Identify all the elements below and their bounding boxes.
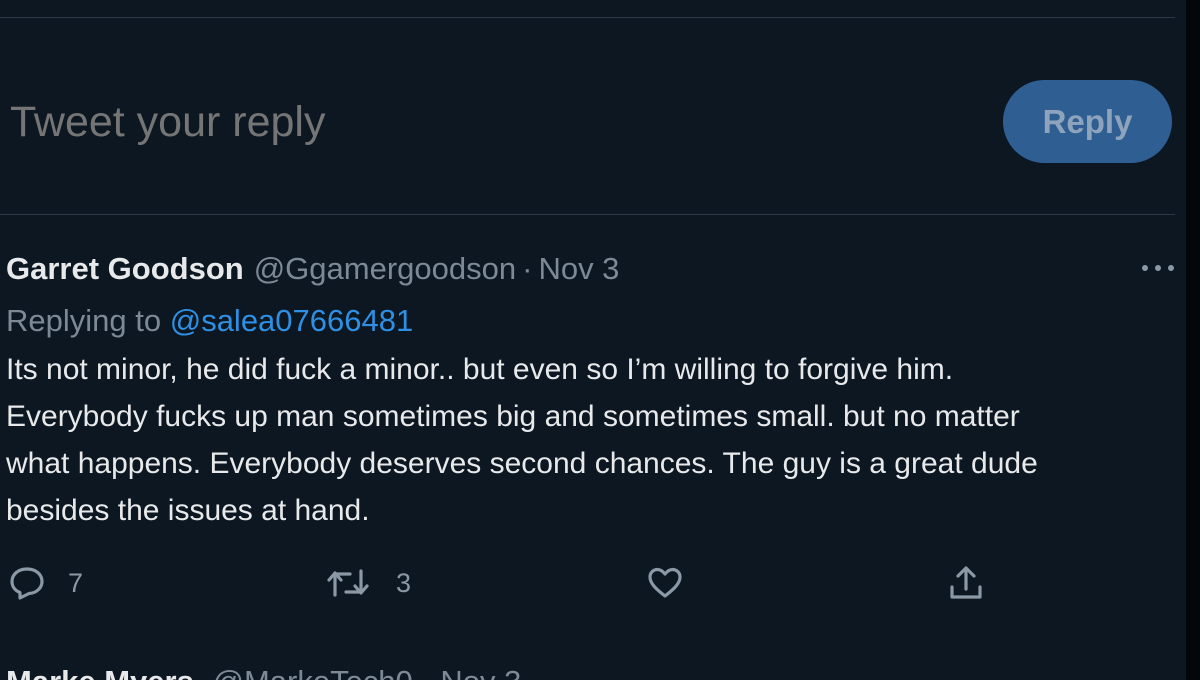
tweet-text: Its not minor, he did fuck a minor.. but… (6, 346, 1176, 534)
next-tweet-header[interactable]: Marke Myers @MarkeTech0 · Nov 3 (6, 664, 521, 680)
tweet-text-line: what happens. Everybody deserves second … (6, 447, 1038, 480)
author-name[interactable]: Garret Goodson (6, 250, 244, 288)
tweet-date[interactable]: Nov 3 (538, 250, 619, 288)
composer-divider (0, 214, 1175, 215)
retweet-count: 3 (396, 567, 412, 598)
next-header-separator: · (421, 664, 431, 680)
share-action[interactable] (946, 563, 986, 603)
next-author-handle[interactable]: @MarkeTech0 (212, 664, 412, 680)
window-edge (1186, 0, 1200, 680)
replying-to-label: Replying to (6, 303, 162, 338)
replying-to-mention[interactable]: @salea07666481 (170, 303, 414, 338)
reply-composer-input[interactable] (10, 98, 910, 147)
top-divider (0, 17, 1175, 18)
tweet[interactable]: Garret Goodson @Ggamergoodson · Nov 3 Re… (6, 250, 1176, 534)
tweet-thread-view: Reply Garret Goodson @Ggamergoodson · No… (0, 0, 1200, 680)
share-icon (950, 566, 982, 599)
retweet-icon (327, 569, 369, 597)
tweet-text-line: Its not minor, he did fuck a minor.. but… (6, 353, 954, 386)
header-separator: · (522, 251, 533, 286)
heart-icon (648, 567, 682, 598)
reply-action[interactable]: 7 (8, 565, 83, 601)
next-tweet-date[interactable]: Nov 3 (440, 664, 521, 680)
tweet-text-line: besides the issues at hand. (6, 494, 370, 527)
more-options-icon[interactable] (1138, 253, 1178, 283)
like-action[interactable] (646, 565, 684, 601)
tweet-text-line: Everybody fucks up man sometimes big and… (6, 400, 1020, 433)
reply-button[interactable]: Reply (1003, 80, 1172, 163)
author-handle[interactable]: @Ggamergoodson (254, 250, 516, 288)
tweet-header: Garret Goodson @Ggamergoodson · Nov 3 (6, 250, 1176, 288)
reply-count: 7 (68, 567, 84, 598)
next-author-name[interactable]: Marke Myers (6, 664, 194, 680)
replying-to: Replying to @salea07666481 (6, 302, 1176, 340)
reply-icon (10, 567, 44, 600)
retweet-action[interactable]: 3 (326, 565, 411, 601)
tweet-actions: 7 3 (0, 555, 1200, 615)
